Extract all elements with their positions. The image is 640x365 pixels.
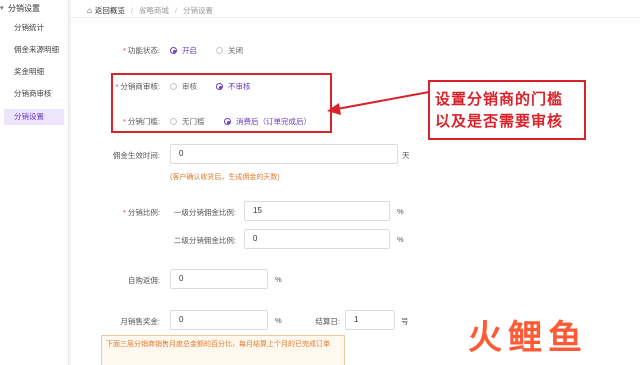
required-mark: * [122,208,126,217]
self-purchase-label: 自购返佣: [127,276,160,285]
level1-ratio-label: 一级分销佣金比例: [173,208,236,217]
level2-ratio-input[interactable]: 0 [244,229,390,249]
header-divider [71,17,640,18]
breadcrumb-separator: / [174,5,178,15]
sidebar-section-header[interactable]: ▾ 分销设置 [0,2,40,14]
monthly-bonus-input[interactable]: 0 [170,310,268,330]
commission-time-unit: 天 [402,151,410,160]
home-icon: ⌂ [87,5,92,15]
sidebar-item-stats[interactable]: 分销统计 [4,20,64,36]
settle-day-label: 结算日: [315,317,340,326]
level2-ratio-label: 二级分销佣金比例: [173,236,236,245]
function-status-off-radio[interactable]: 关闭 [216,45,243,56]
annotation-arrow-icon [327,91,430,115]
breadcrumb: ⌂ 返回概览 / 省略商城 / 分销设置 [87,4,213,16]
annotation-line-2: 以及是否需要审核 [435,112,564,130]
commission-time-label: 佣金生效时间: [112,151,160,160]
radio-dot-icon [170,47,177,54]
sidebar-item-commission-source[interactable]: 佣金来源明细 [4,42,64,58]
radio-dot-icon [216,47,223,54]
sidebar-section-label: 分销设置 [8,3,40,13]
settle-day-input[interactable]: 1 [345,310,395,330]
commission-time-hint: (客户确认收货后，生成佣金的天数) [170,174,280,181]
breadcrumb-back[interactable]: 返回概览 [95,5,125,16]
settle-day-unit: 号 [401,317,409,326]
annotation-callout: 设置分销商的门槛 以及是否需要审核 [428,80,586,140]
commission-time-input[interactable]: 0 [170,144,398,164]
sidebar-item-bonus-detail[interactable]: 奖金明细 [4,64,64,80]
highlight-box [111,73,332,133]
breadcrumb-current: 分销设置 [183,5,214,15]
self-purchase-input[interactable]: 0 [170,269,268,289]
self-purchase-unit: % [275,275,282,284]
distribution-ratio-label: * 分销比例: [122,208,160,217]
level2-ratio-unit: % [397,235,404,244]
function-status-on-radio[interactable]: 开启 [170,45,197,56]
function-status-label: * 功能状态: [122,46,160,55]
required-mark: * [122,46,126,55]
watermark-logo: 火鲤鱼 [468,318,588,358]
level1-ratio-input[interactable]: 15 [244,201,390,221]
monthly-bonus-unit: % [275,316,282,325]
chevron-down-icon: ▾ [0,5,4,12]
breadcrumb-mall[interactable]: 省略商城 [139,5,169,16]
sidebar-item-distributor-audit[interactable]: 分销商审核 [4,86,64,102]
breadcrumb-separator: / [130,5,133,15]
monthly-bonus-label: 月销售奖金: [120,317,160,326]
monthly-bonus-notice: 下面三层分销商销售月度总金额的百分比，每月结算上个月的已完成订单 [101,335,345,365]
sidebar: ▾ 分销设置 分销统计 佣金来源明细 奖金明细 分销商审核 分销设置 [0,0,69,365]
annotation-line-1: 设置分销商的门槛 [435,90,564,108]
sidebar-item-distribution-settings[interactable]: 分销设置 [4,109,64,125]
level1-ratio-unit: % [397,207,404,216]
